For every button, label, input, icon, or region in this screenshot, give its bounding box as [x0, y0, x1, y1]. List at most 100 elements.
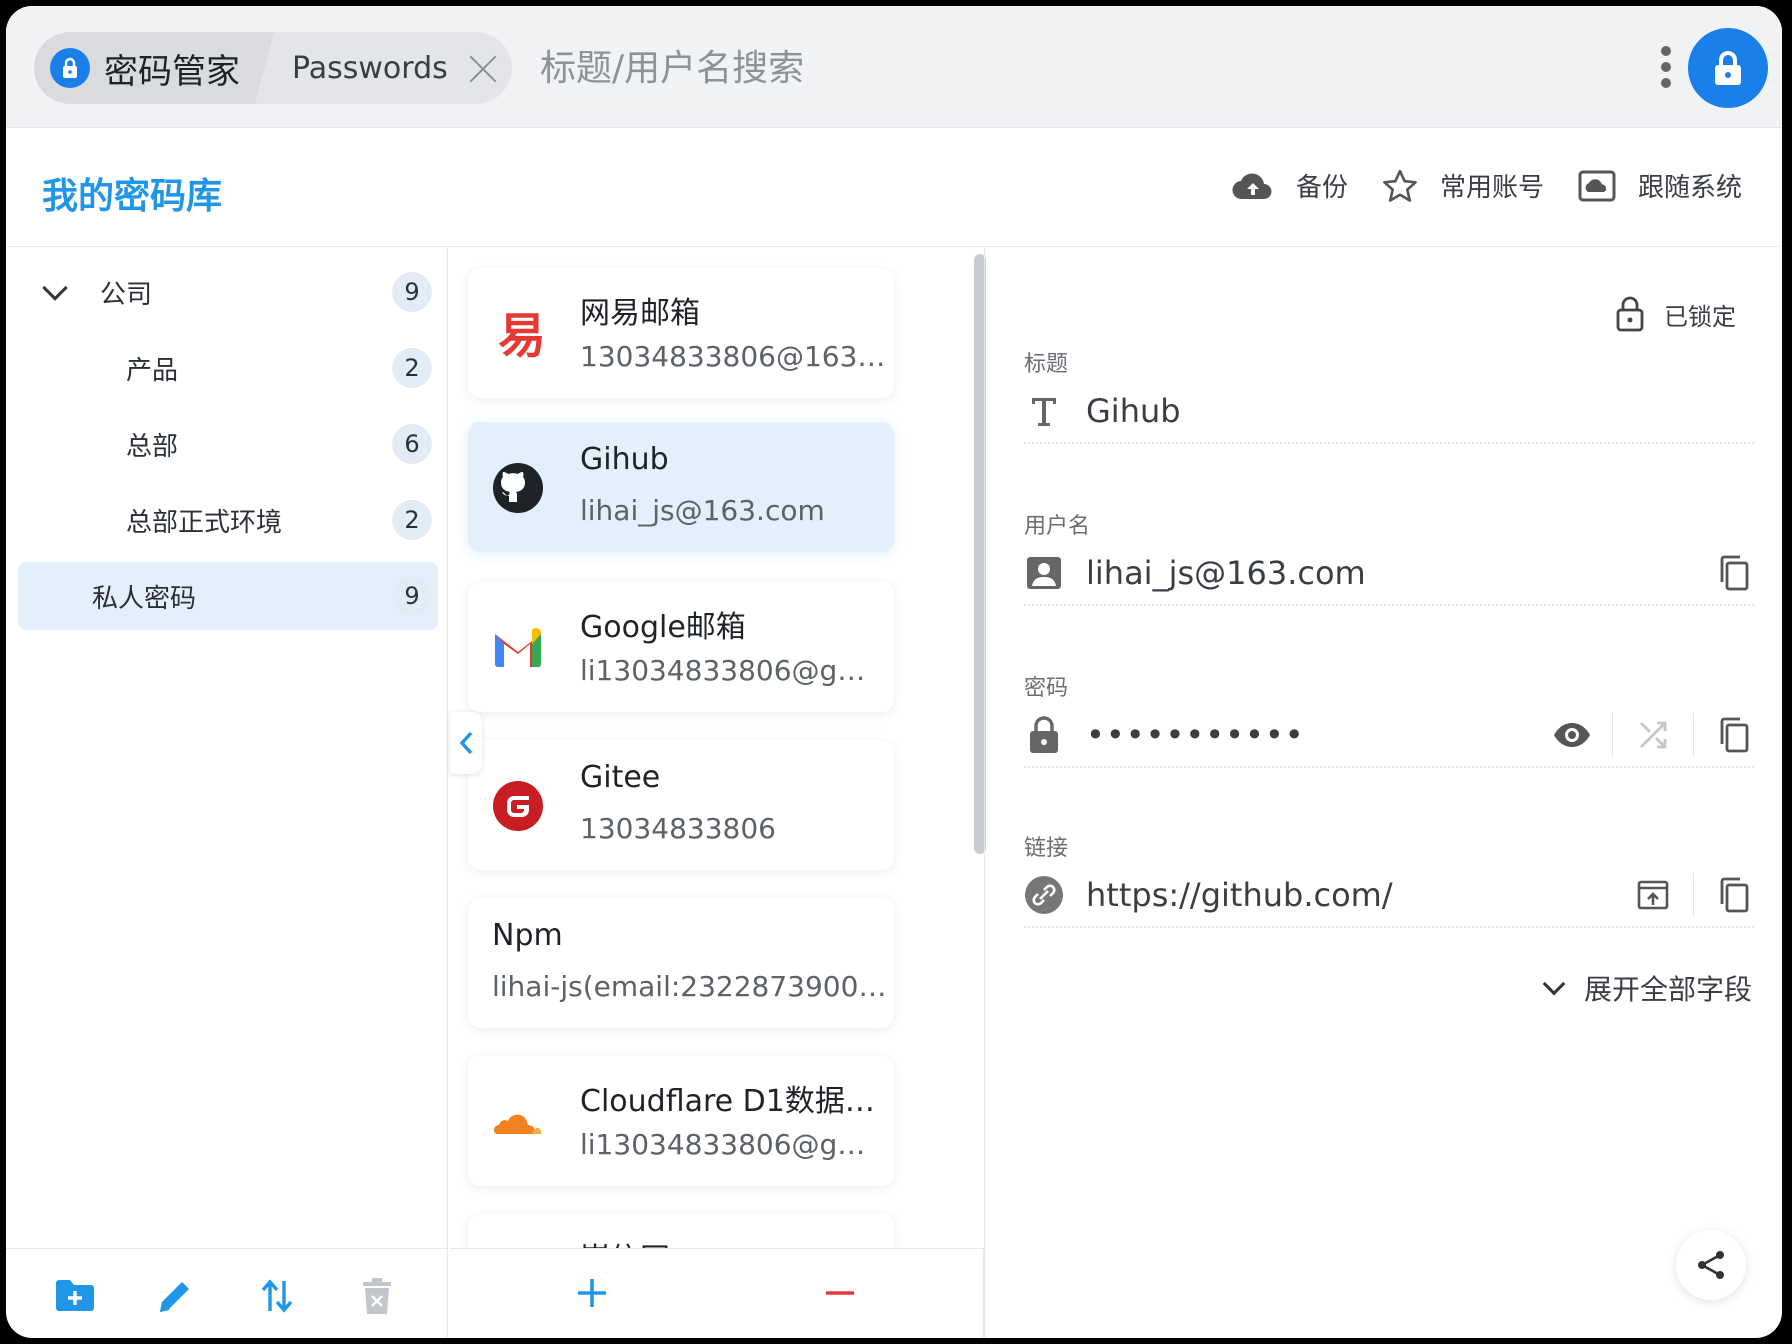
collapse-sidebar-button[interactable]: [450, 712, 482, 774]
theme-button[interactable]: 跟随系统: [1578, 167, 1742, 204]
favorites-button[interactable]: 常用账号: [1382, 167, 1544, 204]
title-field[interactable]: Gihub: [1024, 380, 1754, 444]
item-subtitle: lihai-js(email:2322873900@...: [492, 970, 888, 1003]
list-item[interactable]: Gihub lihai_js@163.com: [468, 422, 894, 552]
list-item[interactable]: 易 网易邮箱 13034833806@163.com: [468, 268, 894, 398]
sidebar-item-label: 私人密码: [92, 583, 197, 614]
item-title: 嵩信网: [580, 1234, 890, 1248]
item-title: Gitee: [580, 760, 661, 795]
sidebar-item-label: 总部正式环境: [126, 507, 283, 538]
close-icon[interactable]: [468, 53, 498, 83]
detail-panel: 已锁定 标题 Gihub 用户名 lihai_js@163.com 密码 •••…: [986, 248, 1782, 1338]
text-icon: [1024, 391, 1064, 431]
theme-icon: [1578, 170, 1616, 201]
lock-icon: [1715, 51, 1741, 85]
app-window: 密码管家 Passwords 我的密码库 备份 常用账号 跟随系统: [6, 6, 1782, 1338]
copy-icon[interactable]: [1714, 715, 1754, 755]
item-subtitle: lihai_js@163.com: [580, 494, 825, 527]
item-subtitle: li13034833806@gmail...: [580, 1128, 890, 1161]
vault-header: 我的密码库 备份 常用账号 跟随系统: [6, 129, 1782, 247]
password-list: 易 网易邮箱 13034833806@163.com Gihub lihai_j…: [450, 248, 984, 1248]
svg-text:易: 易: [498, 308, 544, 360]
separator: [1693, 713, 1694, 757]
add-icon[interactable]: [574, 1275, 614, 1315]
search-input[interactable]: [540, 40, 1140, 96]
username-value: lihai_js@163.com: [1086, 554, 1366, 592]
count-badge: 2: [392, 348, 432, 388]
tab-passwords-label: Passwords: [292, 50, 448, 86]
link-icon: [1024, 875, 1064, 915]
link-field[interactable]: https://github.com/: [1024, 864, 1754, 928]
item-title: Cloudflare D1数据库令...: [580, 1084, 890, 1119]
username-field-label: 用户名: [1024, 514, 1091, 539]
lock-button[interactable]: [1688, 28, 1768, 108]
expand-fields-button[interactable]: 展开全部字段: [1542, 968, 1752, 1008]
link-value: https://github.com/: [1086, 876, 1393, 914]
edit-icon[interactable]: [156, 1277, 200, 1321]
chevron-left-icon: [459, 731, 473, 755]
title-value: Gihub: [1086, 392, 1181, 430]
tab-app[interactable]: 密码管家: [34, 32, 274, 104]
sidebar-item-label: 公司: [100, 279, 153, 310]
tab-group: 密码管家 Passwords: [34, 32, 512, 104]
tab-passwords[interactable]: Passwords: [292, 32, 498, 104]
cloud-upload-icon: [1232, 173, 1272, 199]
sidebar-item-hq-production[interactable]: 总部正式环境 2: [18, 486, 438, 554]
share-button[interactable]: [1676, 1230, 1746, 1300]
github-icon: [493, 463, 543, 513]
sort-icon[interactable]: [260, 1277, 304, 1321]
star-icon: [1383, 169, 1417, 202]
copy-icon[interactable]: [1714, 875, 1754, 915]
count-badge: 6: [392, 424, 432, 464]
separator: [1612, 713, 1613, 757]
backup-button[interactable]: 备份: [1232, 167, 1348, 204]
add-folder-icon[interactable]: [54, 1277, 98, 1321]
shuffle-icon[interactable]: [1633, 715, 1673, 755]
item-subtitle: li13034833806@gmail...: [580, 654, 890, 687]
chevron-down-icon[interactable]: [42, 275, 68, 301]
separator: [1693, 873, 1694, 917]
title-field-label: 标题: [1024, 352, 1069, 377]
expand-label: 展开全部字段: [1583, 973, 1752, 1006]
username-field[interactable]: lihai_js@163.com: [1024, 542, 1754, 606]
more-icon[interactable]: [1656, 46, 1676, 96]
backup-label: 备份: [1296, 173, 1349, 203]
item-subtitle: 13034833806: [580, 812, 776, 845]
sidebar-item-company[interactable]: 公司 9: [18, 258, 438, 326]
lock-status-label: 已锁定: [1664, 302, 1736, 331]
lock-status[interactable]: 已锁定: [1616, 296, 1736, 332]
sidebar-footer: [6, 1248, 448, 1338]
password-field[interactable]: •••••••••••: [1024, 704, 1754, 768]
sidebar-item-product[interactable]: 产品 2: [18, 334, 438, 402]
vault-title: 我的密码库: [42, 176, 223, 217]
item-title: 网易邮箱: [580, 296, 700, 331]
item-title: Gihub: [580, 442, 669, 477]
link-field-label: 链接: [1024, 836, 1069, 861]
sidebar-item-private[interactable]: 私人密码 9: [18, 562, 438, 630]
item-subtitle: 13034833806@163.com: [580, 340, 890, 373]
list-item[interactable]: Google邮箱 li13034833806@gmail...: [468, 582, 894, 712]
gmail-icon: [495, 628, 541, 667]
app-lock-icon: [50, 48, 90, 88]
count-badge: 2: [392, 500, 432, 540]
sidebar-item-headquarters[interactable]: 总部 6: [18, 410, 438, 478]
password-field-label: 密码: [1024, 676, 1069, 701]
password-value: •••••••••••: [1086, 716, 1305, 754]
list-item[interactable]: Cloudflare D1数据库令... li13034833806@gmail…: [468, 1056, 894, 1186]
gitee-icon: [493, 781, 543, 831]
list-item[interactable]: 嵩信网: [468, 1214, 894, 1248]
theme-label: 跟随系统: [1638, 173, 1743, 203]
remove-icon[interactable]: [822, 1275, 862, 1315]
copy-icon[interactable]: [1714, 553, 1754, 593]
list-item[interactable]: Gitee 13034833806: [468, 740, 894, 870]
list-footer: [450, 1248, 984, 1338]
favorites-label: 常用账号: [1440, 173, 1545, 203]
eye-icon[interactable]: [1552, 715, 1592, 755]
chevron-down-icon: [1542, 972, 1566, 996]
list-item[interactable]: Npm lihai-js(email:2322873900@...: [468, 898, 894, 1028]
sidebar-item-label: 总部: [126, 431, 179, 462]
folder-sidebar: 公司 9 产品 2 总部 6 总部正式环境 2 私人密码 9: [6, 248, 448, 1338]
open-link-icon[interactable]: [1633, 875, 1673, 915]
item-title: Google邮箱: [580, 610, 746, 645]
delete-icon[interactable]: [362, 1277, 406, 1321]
